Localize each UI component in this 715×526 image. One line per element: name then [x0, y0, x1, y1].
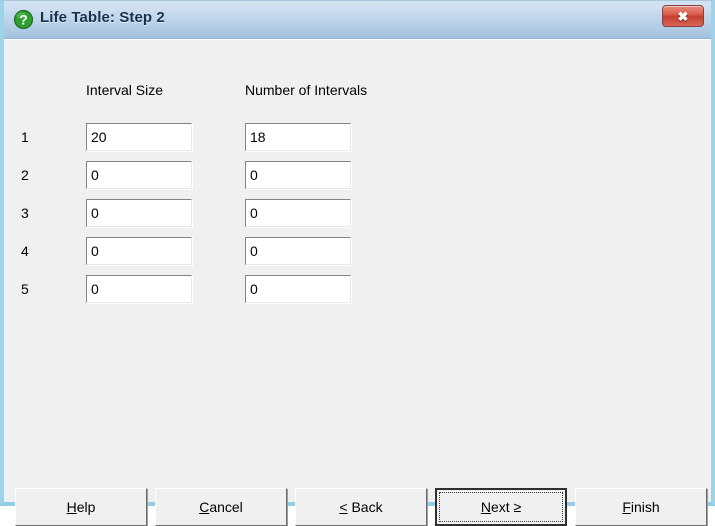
number-of-intervals-input-5[interactable] — [245, 275, 351, 303]
svg-text:?: ? — [19, 12, 28, 28]
interval-size-input-1[interactable] — [86, 123, 192, 151]
finish-button-label: Finish — [622, 499, 660, 515]
dialog-client-area: Interval Size Number of Intervals 1 2 3 … — [4, 39, 711, 526]
help-button[interactable]: Help — [15, 488, 147, 526]
back-button[interactable]: < Back — [295, 488, 427, 526]
cancel-button[interactable]: Cancel — [155, 488, 287, 526]
interval-size-input-4[interactable] — [86, 237, 192, 265]
number-of-intervals-input-4[interactable] — [245, 237, 351, 265]
row-label-2: 2 — [21, 167, 29, 183]
row-label-4: 4 — [21, 243, 29, 259]
interval-size-input-2[interactable] — [86, 161, 192, 189]
question-mark-icon: ? — [13, 9, 34, 30]
column-header-number-of-intervals: Number of Intervals — [245, 82, 368, 98]
row-label-3: 3 — [21, 205, 29, 221]
dialog-window: ? Life Table: Step 2 ✖ Interval Size Num… — [0, 0, 715, 526]
window-title: Life Table: Step 2 — [40, 9, 165, 26]
finish-button[interactable]: Finish — [575, 488, 707, 526]
help-button-label: Help — [66, 499, 96, 515]
row-label-1: 1 — [21, 129, 29, 145]
number-of-intervals-input-2[interactable] — [245, 161, 351, 189]
interval-size-input-5[interactable] — [86, 275, 192, 303]
cancel-button-label: Cancel — [199, 499, 243, 515]
number-of-intervals-input-1[interactable] — [245, 123, 351, 151]
close-button[interactable]: ✖ — [662, 5, 704, 27]
interval-size-input-3[interactable] — [86, 199, 192, 227]
back-button-label: < Back — [339, 499, 383, 515]
title-bar: ? Life Table: Step 2 ✖ — [4, 1, 711, 39]
next-button-focus-ring: Next ≥ — [439, 492, 563, 522]
row-label-5: 5 — [21, 281, 29, 297]
number-of-intervals-input-3[interactable] — [245, 199, 351, 227]
column-header-interval-size: Interval Size — [86, 82, 164, 98]
next-button[interactable]: Next ≥ — [435, 488, 567, 526]
close-icon: ✖ — [677, 8, 689, 24]
next-button-label: Next ≥ — [480, 499, 522, 515]
